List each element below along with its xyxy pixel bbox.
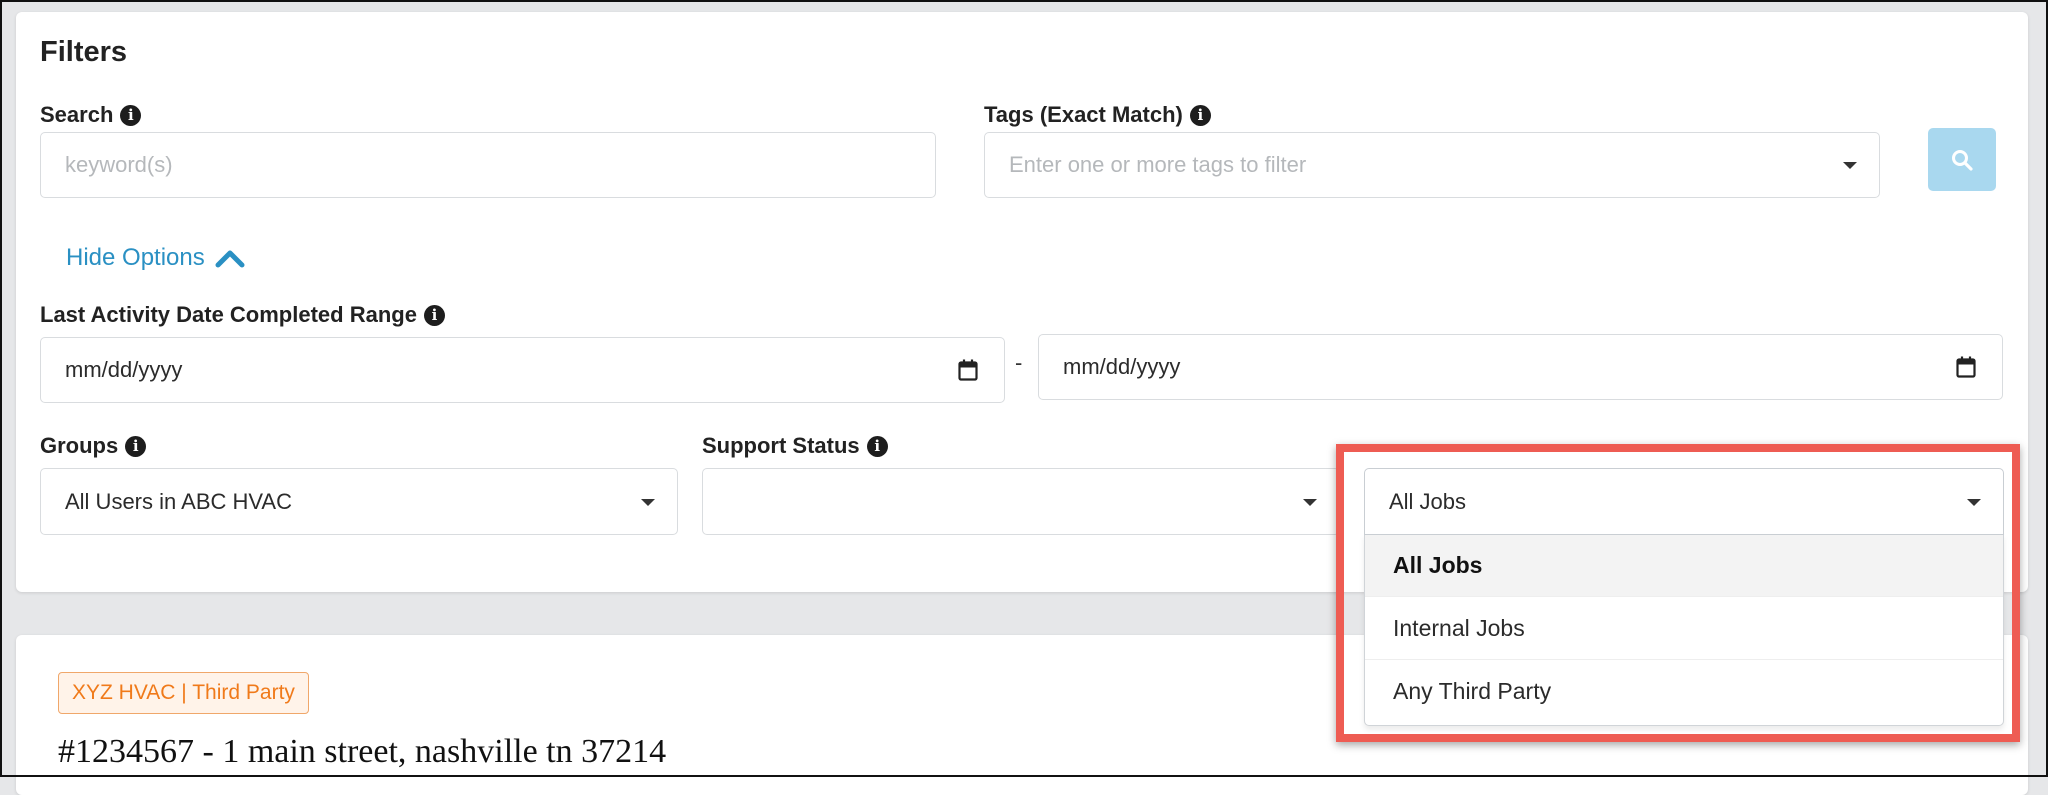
calendar-icon[interactable] [958, 359, 978, 381]
filters-title: Filters [40, 36, 128, 68]
groups-label: Groups [40, 433, 119, 458]
support-status-select[interactable] [702, 468, 1340, 535]
hide-options-label: Hide Options [66, 244, 205, 271]
date-end-input[interactable]: mm/dd/yyyy [1038, 334, 2003, 400]
hide-options-toggle[interactable]: Hide Options [66, 244, 245, 272]
chevron-down-icon [641, 498, 655, 506]
info-icon[interactable]: i [125, 435, 147, 457]
tags-select[interactable]: Enter one or more tags to filter [984, 132, 1880, 198]
info-icon[interactable]: i [1189, 104, 1211, 126]
search-input[interactable]: keyword(s) [40, 132, 936, 198]
highlight-box [1336, 444, 2020, 742]
search-placeholder: keyword(s) [65, 152, 173, 177]
search-label: Search [40, 102, 114, 127]
groups-label-row: Groups i [40, 433, 147, 459]
info-icon[interactable]: i [423, 304, 445, 326]
date-start-input[interactable]: mm/dd/yyyy [40, 337, 1005, 403]
calendar-icon[interactable] [1956, 356, 1976, 378]
tags-label-row: Tags (Exact Match) i [984, 102, 1211, 128]
date-range-label-row: Last Activity Date Completed Range i [40, 302, 445, 328]
tags-label: Tags (Exact Match) [984, 102, 1183, 127]
company-badge: XYZ HVAC | Third Party [58, 672, 309, 714]
search-label-row: Search i [40, 102, 142, 128]
tags-placeholder: Enter one or more tags to filter [1009, 152, 1307, 177]
groups-select[interactable]: All Users in ABC HVAC [40, 468, 678, 535]
support-status-label: Support Status [702, 433, 860, 458]
date-range-separator: - [1015, 350, 1023, 375]
search-button[interactable] [1928, 128, 1996, 191]
chevron-down-icon [1843, 162, 1857, 169]
chevron-up-icon [215, 250, 245, 268]
job-title[interactable]: #1234567 - 1 main street, nashville tn 3… [58, 733, 666, 771]
groups-value: All Users in ABC HVAC [65, 488, 292, 514]
info-icon[interactable]: i [866, 435, 888, 457]
date-start-value: mm/dd/yyyy [65, 357, 183, 382]
date-end-value: mm/dd/yyyy [1063, 354, 1181, 379]
support-status-label-row: Support Status i [702, 433, 888, 459]
info-icon[interactable]: i [120, 104, 142, 126]
search-icon [1952, 149, 1973, 171]
chevron-down-icon [1303, 498, 1317, 506]
date-range-label: Last Activity Date Completed Range [40, 302, 417, 327]
